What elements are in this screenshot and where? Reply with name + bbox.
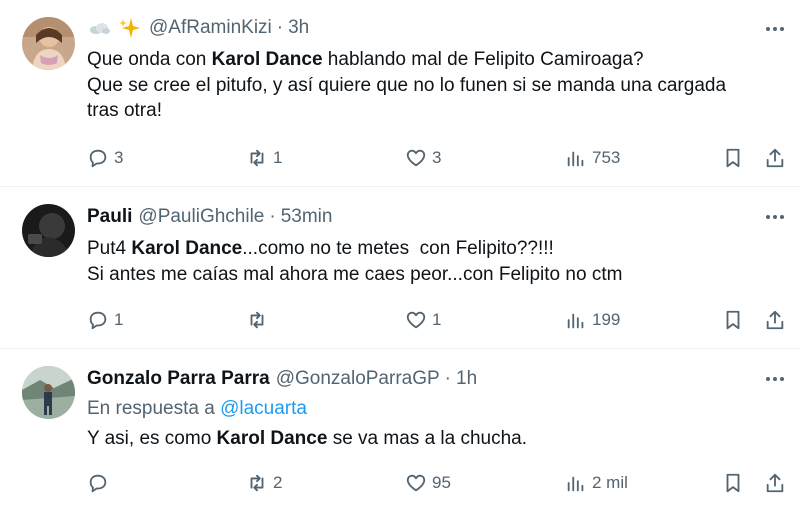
action-bar: 2 95 2 mil [0, 469, 800, 497]
reply-context: En respuesta a @lacuarta [87, 398, 307, 420]
reply-count: 3 [114, 148, 124, 167]
like-count: 3 [432, 148, 442, 167]
separator-dot: · [269, 206, 276, 227]
like-count: 1 [432, 310, 442, 329]
more-options-icon[interactable] [764, 206, 786, 228]
user-handle[interactable]: @GonzaloParraGP [276, 368, 440, 390]
share-button[interactable] [764, 306, 786, 334]
bookmark-icon [726, 148, 740, 168]
display-name[interactable]: Gonzalo Parra Parra [87, 368, 270, 390]
tweet-header: @AfRaminKizi · 3h [87, 15, 309, 41]
like-button[interactable]: 95 [405, 469, 451, 497]
repost-button[interactable]: 1 [246, 144, 282, 172]
share-button[interactable] [764, 144, 786, 172]
heart-icon [406, 474, 426, 492]
user-handle[interactable]: @AfRaminKizi [149, 17, 272, 39]
text-line: Put4 Karol Dance...como no te metes con … [87, 238, 554, 259]
bookmark-button[interactable] [722, 144, 744, 172]
tweet-2[interactable]: Pauli @PauliGhchile · 53min Put4 Karol D… [0, 187, 800, 349]
user-handle[interactable]: @PauliGhchile [138, 206, 264, 228]
reply-button[interactable] [87, 469, 114, 497]
timestamp[interactable]: 1h [456, 368, 477, 390]
share-icon [766, 310, 784, 330]
more-options-icon[interactable] [764, 18, 786, 40]
tweet-3[interactable]: Gonzalo Parra Parra @GonzaloParraGP · 1h… [0, 349, 800, 516]
repost-count: 1 [273, 148, 283, 167]
avatar[interactable] [22, 204, 75, 257]
share-icon [766, 148, 784, 168]
tweet-header: Gonzalo Parra Parra @GonzaloParraGP · 1h [87, 366, 477, 392]
display-name[interactable]: Pauli [87, 206, 132, 228]
separator-dot: · [444, 368, 451, 389]
tweet-text: Y asi, es como Karol Dance se va mas a l… [87, 426, 786, 452]
views-icon [567, 476, 584, 492]
repost-button[interactable]: 2 [246, 469, 282, 497]
tweet-1[interactable]: @AfRaminKizi · 3h Que onda con Karol Dan… [0, 0, 800, 187]
reply-button[interactable]: 1 [87, 306, 123, 334]
repost-count: 2 [273, 473, 283, 492]
reply-button[interactable]: 3 [87, 144, 123, 172]
timestamp[interactable]: 3h [288, 17, 309, 39]
views-button[interactable]: 2 mil [565, 469, 628, 497]
bookmark-icon [726, 473, 740, 493]
sparkles-icon [119, 17, 141, 39]
repost-icon [250, 474, 264, 492]
reply-handle-link[interactable]: @lacuarta [220, 398, 307, 419]
view-count: 2 mil [592, 473, 628, 492]
views-button[interactable]: 753 [565, 144, 620, 172]
like-button[interactable]: 3 [405, 144, 441, 172]
tweet-text: Que onda con Karol Dance hablando mal de… [87, 47, 786, 124]
heart-icon [406, 311, 426, 329]
bookmark-button[interactable] [722, 306, 744, 334]
views-button[interactable]: 199 [565, 306, 620, 334]
bookmark-button[interactable] [722, 469, 744, 497]
heart-icon [406, 149, 426, 167]
reply-icon [89, 474, 107, 493]
views-icon [567, 151, 584, 167]
view-count: 199 [592, 310, 621, 329]
like-button[interactable]: 1 [405, 306, 441, 334]
views-icon [567, 313, 584, 329]
view-count: 753 [592, 148, 621, 167]
repost-icon [250, 311, 264, 329]
text-line: Y asi, es como Karol Dance se va mas a l… [87, 428, 528, 449]
share-button[interactable] [764, 469, 786, 497]
reply-count: 1 [114, 310, 124, 329]
cloud-icon [87, 19, 111, 37]
tweet-header: Pauli @PauliGhchile · 53min [87, 204, 332, 230]
text-line: Si antes me caías mal ahora me caes peor… [87, 263, 623, 285]
text-line: Que se cree el pitufo, y así quiere que … [87, 74, 727, 96]
like-count: 95 [432, 473, 451, 492]
action-bar: 1 1 199 [0, 306, 800, 334]
more-options-icon[interactable] [764, 368, 786, 390]
separator-dot: · [276, 17, 284, 38]
repost-button[interactable] [246, 306, 273, 334]
avatar[interactable] [22, 366, 75, 419]
tweet-text: Put4 Karol Dance...como no te metes con … [87, 236, 786, 287]
repost-icon [250, 149, 264, 167]
share-icon [766, 473, 784, 493]
bookmark-icon [726, 310, 740, 330]
text-line: Que onda con Karol Dance hablando mal de… [87, 49, 644, 70]
reply-prefix: En respuesta a [87, 398, 215, 419]
reply-icon [89, 311, 107, 330]
avatar[interactable] [22, 17, 75, 70]
action-bar: 3 1 3 753 [0, 144, 800, 172]
text-line: tras otra! [87, 100, 162, 121]
reply-icon [89, 149, 107, 168]
timestamp[interactable]: 53min [281, 206, 333, 228]
